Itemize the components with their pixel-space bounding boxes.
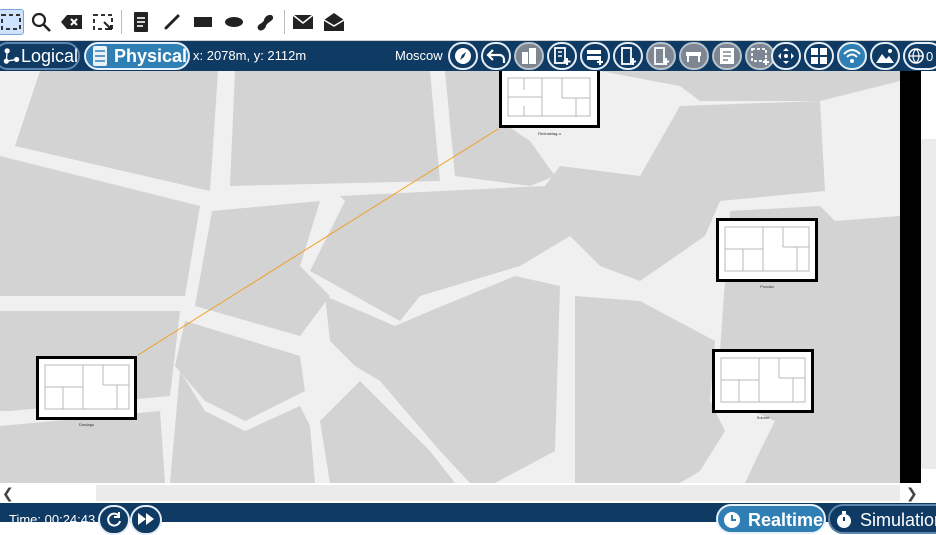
mountain-image-icon	[876, 49, 894, 63]
simulation-bar: Time: 00:24:43 Realtime Simulation	[0, 503, 936, 535]
globe-icon	[908, 48, 924, 64]
scroll-left-arrow-icon[interactable]: ❮	[2, 486, 14, 500]
select-tool-button[interactable]	[0, 9, 24, 35]
physical-rack-icon	[93, 46, 107, 66]
open-envelope-icon	[323, 13, 345, 31]
building-name: Procato	[760, 284, 774, 289]
freeform-tool-button[interactable]	[252, 9, 278, 35]
floorplan-icon	[720, 357, 806, 403]
stopwatch-icon	[837, 511, 851, 528]
resize-tool-button[interactable]	[90, 9, 116, 35]
ellipse-icon	[225, 17, 243, 27]
building-floorplan	[712, 349, 814, 413]
building-name: Sdonet	[756, 415, 770, 420]
compass-icon	[455, 48, 471, 64]
clock-icon	[724, 512, 740, 528]
workspace-navbar: Logical Physical x: 2078m, y: 2112m Mosc…	[0, 41, 936, 71]
simulation-label: Simulation	[860, 510, 936, 530]
floorplan-icon	[507, 77, 591, 117]
zoom-tool-button[interactable]	[28, 9, 54, 35]
delete-tool-button[interactable]	[59, 9, 85, 35]
add-complex-pdu-button[interactable]	[321, 9, 347, 35]
line-tool-button[interactable]	[159, 9, 185, 35]
floorplan-icon	[724, 226, 810, 272]
simulation-mode-button[interactable]: Simulation	[828, 504, 936, 534]
wifi-icon	[843, 49, 861, 63]
viewport-button[interactable]: 0	[903, 42, 936, 70]
background-image-button[interactable]	[870, 42, 900, 70]
toolbar-separator	[121, 10, 122, 34]
back-arrow-icon	[486, 49, 506, 63]
current-location-label: Moscow	[395, 48, 443, 63]
line-icon	[164, 14, 180, 30]
new-table-button[interactable]	[646, 42, 676, 70]
move-dashed-icon	[751, 48, 769, 65]
closed-envelope-icon	[292, 14, 314, 29]
building-name: Dordago	[78, 422, 95, 427]
building-floorplan	[499, 71, 600, 128]
fast-forward-icon	[138, 513, 154, 525]
city-buildings-icon	[522, 48, 536, 64]
logical-topology-icon	[3, 48, 20, 64]
note-icon	[134, 12, 148, 32]
horizontal-scroll-thumb[interactable]	[96, 485, 900, 501]
table-add-icon	[686, 52, 701, 62]
new-building-button[interactable]	[547, 42, 577, 70]
server-add-icon	[621, 47, 636, 65]
note-tool-button[interactable]	[128, 9, 154, 35]
cursor-coordinates: x: 2078m, y: 2112m	[193, 48, 307, 63]
select-rect-icon	[1, 14, 21, 30]
back-button[interactable]	[481, 42, 511, 70]
floorplan-icon	[44, 364, 130, 410]
rectangle-icon	[194, 17, 212, 27]
horizontal-scrollbar[interactable]: ❮ ❯	[0, 483, 936, 503]
refresh-icon	[107, 512, 121, 527]
power-cycle-button[interactable]	[98, 505, 130, 535]
physical-map[interactable]: Rednaklag-u Procato Sdonet Dordago	[0, 71, 900, 483]
vertical-scroll-thumb[interactable]	[921, 139, 936, 469]
grid-view-button[interactable]	[804, 42, 834, 70]
ellipse-tool-button[interactable]	[221, 9, 247, 35]
overflow-label: 0	[926, 48, 934, 64]
fast-forward-button[interactable]	[130, 505, 162, 535]
new-device-shelf-button[interactable]	[679, 42, 709, 70]
building-add-icon	[554, 47, 571, 65]
new-rack-button[interactable]	[613, 42, 643, 70]
toolbar-separator	[284, 10, 285, 34]
scroll-right-arrow-icon[interactable]: ❯	[906, 486, 918, 500]
device-list-button[interactable]	[712, 42, 742, 70]
wireless-view-button[interactable]	[837, 42, 867, 70]
realtime-mode-button[interactable]: Realtime	[716, 504, 826, 534]
add-simple-pdu-button[interactable]	[290, 9, 316, 35]
delete-backspace-icon	[61, 15, 82, 29]
resize-rect-icon	[93, 14, 113, 30]
rack-gray-icon	[654, 47, 669, 65]
rack-add-icon	[587, 50, 603, 65]
building-floorplan	[36, 356, 137, 420]
building-name: Rednaklag-u	[538, 131, 561, 136]
building-floorplan	[716, 218, 818, 282]
main-toolbar	[0, 0, 936, 41]
magnifier-icon	[31, 12, 51, 32]
physical-mode-label: Physical	[114, 45, 188, 66]
vertical-scrollbar[interactable]	[900, 71, 936, 483]
list-icon	[720, 48, 734, 64]
freeform-icon	[257, 14, 274, 31]
physical-mode-button[interactable]: Physical	[84, 42, 190, 70]
logical-mode-button[interactable]: Logical	[0, 42, 80, 70]
new-city-button[interactable]	[514, 42, 544, 70]
logical-mode-label: Logical	[20, 45, 78, 66]
grid-icon	[811, 48, 827, 64]
move-arrows-icon	[778, 48, 794, 64]
pan-view-button[interactable]	[771, 42, 801, 70]
rectangle-tool-button[interactable]	[190, 9, 216, 35]
navigation-panel-button[interactable]	[448, 42, 478, 70]
vertical-scroll-track	[900, 71, 921, 483]
realtime-label: Realtime	[748, 510, 824, 530]
new-closet-button[interactable]	[580, 42, 610, 70]
simulation-time: Time: 00:24:43	[9, 512, 96, 527]
